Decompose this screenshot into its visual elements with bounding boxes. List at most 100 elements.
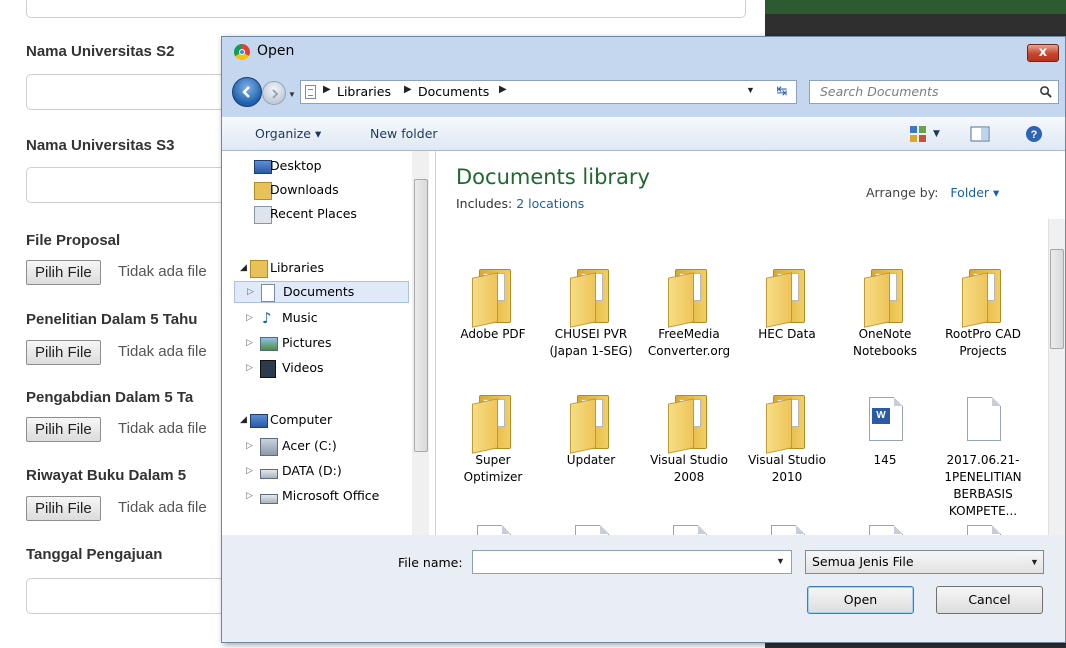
file-item[interactable]: HEC Data bbox=[742, 267, 832, 343]
expand-icon[interactable]: ▷ bbox=[246, 332, 253, 354]
breadcrumb-documents[interactable]: Documents bbox=[418, 84, 489, 99]
arrange-by-dropdown[interactable]: Folder ▾ bbox=[950, 185, 999, 200]
previous-text-input[interactable] bbox=[26, 0, 746, 18]
recent-locations-dropdown[interactable]: ▼ bbox=[288, 90, 296, 99]
chevron-right-icon[interactable]: ▶ bbox=[323, 84, 331, 95]
nav-item-pictures[interactable]: ▷ Pictures bbox=[234, 332, 409, 354]
word-document-icon: W bbox=[959, 521, 1007, 535]
nav-item-music[interactable]: ▷ ♪ Music bbox=[234, 307, 409, 329]
nav-item-downloads[interactable]: Downloads bbox=[228, 179, 408, 201]
file-item[interactable]: Visual Studio 2008 bbox=[644, 393, 734, 486]
expand-icon[interactable]: ▷ bbox=[247, 282, 254, 302]
breadcrumb-libraries[interactable]: Libraries bbox=[337, 84, 391, 99]
file-item[interactable]: RootPro CAD Projects bbox=[938, 267, 1028, 360]
excel-document-icon: X bbox=[763, 521, 811, 535]
penelitian-choose-file-button[interactable]: Pilih File bbox=[26, 340, 101, 365]
expand-icon[interactable]: ▷ bbox=[246, 357, 253, 379]
buku-choose-file-button[interactable]: Pilih File bbox=[26, 496, 101, 521]
nav-item-recent-places[interactable]: Recent Places bbox=[228, 203, 408, 225]
chevron-right-icon[interactable]: ▶ bbox=[404, 84, 412, 95]
locations-link[interactable]: 2 locations bbox=[516, 196, 584, 211]
libraries-icon bbox=[250, 260, 268, 278]
file-name-dropdown-icon[interactable]: ▼ bbox=[776, 556, 785, 566]
address-dropdown-icon[interactable]: ▼ bbox=[746, 85, 755, 95]
file-name: FreeMedia Converter.org bbox=[647, 327, 731, 358]
preview-pane-icon[interactable] bbox=[970, 125, 990, 143]
arrange-by: Arrange by: Folder ▾ bbox=[866, 185, 999, 200]
nav-item-documents[interactable]: ▷ Documents bbox=[234, 281, 409, 303]
nav-label-data: DATA (D:) bbox=[282, 463, 342, 478]
proposal-choose-file-button[interactable]: Pilih File bbox=[26, 260, 101, 285]
chevron-down-icon: ▼ bbox=[1030, 557, 1039, 567]
includes-label: Includes: bbox=[456, 196, 513, 211]
search-box[interactable]: Search Documents bbox=[809, 80, 1059, 104]
buku-file-status: Tidak ada file bbox=[118, 499, 207, 516]
folder-icon bbox=[567, 393, 615, 454]
search-icon[interactable] bbox=[1039, 85, 1052, 98]
file-item[interactable]: X bbox=[644, 521, 734, 535]
file-item[interactable]: Adobe PDF bbox=[448, 267, 538, 343]
folder-icon bbox=[665, 267, 713, 328]
pengabdian-choose-file-button[interactable]: Pilih File bbox=[26, 417, 101, 442]
drive-icon bbox=[260, 494, 278, 504]
file-item[interactable]: Visual Studio 2010 bbox=[742, 393, 832, 486]
file-type-select[interactable]: Semua Jenis File ▼ bbox=[805, 550, 1044, 574]
nav-item-desktop[interactable]: Desktop bbox=[228, 155, 408, 177]
nav-item-videos[interactable]: ▷ Videos bbox=[234, 357, 409, 379]
library-title: Documents library bbox=[456, 165, 650, 189]
file-name: Visual Studio 2008 bbox=[650, 453, 728, 484]
address-bar[interactable]: ▶ Libraries ▶ Documents ▶ bbox=[300, 80, 797, 104]
nav-item-computer[interactable]: ◢ Computer bbox=[228, 409, 408, 431]
drive-icon bbox=[260, 438, 278, 456]
file-item[interactable]: X bbox=[742, 521, 832, 535]
nav-item-microsoft-office[interactable]: ▷ Microsoft Office bbox=[234, 485, 409, 507]
file-item[interactable]: Super Optimizer bbox=[448, 393, 538, 486]
expand-icon[interactable]: ▷ bbox=[246, 460, 253, 482]
file-item[interactable]: W bbox=[546, 521, 636, 535]
search-input[interactable]: Search Documents bbox=[820, 84, 938, 99]
chevron-right-icon[interactable]: ▶ bbox=[499, 84, 507, 95]
file-item[interactable]: W bbox=[448, 521, 538, 535]
forward-button[interactable] bbox=[262, 81, 286, 105]
file-name-label: File name: bbox=[398, 555, 463, 570]
collapse-icon[interactable]: ◢ bbox=[240, 257, 247, 279]
back-button[interactable] bbox=[232, 77, 262, 107]
expand-icon[interactable]: ▷ bbox=[246, 307, 253, 329]
file-item[interactable]: W bbox=[840, 521, 930, 535]
nav-item-libraries[interactable]: ◢ Libraries bbox=[228, 257, 408, 279]
cancel-button[interactable]: Cancel bbox=[936, 586, 1043, 614]
file-item[interactable]: OneNote Notebooks bbox=[840, 267, 930, 360]
file-name-input[interactable] bbox=[472, 550, 792, 574]
file-item[interactable]: W 145 bbox=[840, 393, 930, 469]
refresh-button[interactable]: ↹ bbox=[770, 81, 794, 103]
nav-label-desktop: Desktop bbox=[270, 158, 322, 173]
view-options-icon[interactable] bbox=[909, 125, 927, 143]
file-item[interactable]: W bbox=[938, 521, 1028, 535]
excel-document-icon: X bbox=[665, 521, 713, 535]
view-dropdown-icon[interactable]: ▼ bbox=[933, 129, 940, 139]
file-item[interactable]: CHUSEI PVR (Japan 1-SEG) bbox=[546, 267, 636, 360]
label-universitas-s2: Nama Universitas S2 bbox=[26, 43, 175, 60]
file-item[interactable]: Updater bbox=[546, 393, 636, 469]
collapse-icon[interactable]: ◢ bbox=[240, 409, 247, 431]
help-icon[interactable]: ? bbox=[1025, 125, 1043, 143]
file-name: Visual Studio 2010 bbox=[748, 453, 826, 484]
organize-menu[interactable]: Organize ▾ bbox=[255, 126, 321, 141]
nav-item-acer-drive[interactable]: ▷ Acer (C:) bbox=[234, 435, 409, 457]
new-folder-button[interactable]: New folder bbox=[370, 126, 438, 141]
file-item[interactable]: 2017.06.21-1PENELITIAN BERBASIS KOMPETE.… bbox=[938, 393, 1028, 520]
open-button[interactable]: Open bbox=[807, 586, 914, 614]
close-button[interactable]: x bbox=[1027, 44, 1059, 62]
label-file-proposal: File Proposal bbox=[26, 232, 121, 249]
file-list-scrollbar-thumb[interactable] bbox=[1050, 249, 1064, 349]
expand-icon[interactable]: ▷ bbox=[246, 435, 253, 457]
word-document-icon: W bbox=[861, 393, 909, 449]
folder-icon bbox=[959, 267, 1007, 328]
videos-icon bbox=[260, 360, 276, 378]
expand-icon[interactable]: ▷ bbox=[246, 485, 253, 507]
file-item[interactable]: FreeMedia Converter.org bbox=[644, 267, 734, 360]
documents-icon bbox=[261, 284, 275, 302]
dialog-titlebar[interactable]: Open x bbox=[222, 37, 1065, 67]
nav-item-data-drive[interactable]: ▷ DATA (D:) bbox=[234, 460, 409, 482]
nav-scrollbar-thumb[interactable] bbox=[414, 179, 428, 452]
